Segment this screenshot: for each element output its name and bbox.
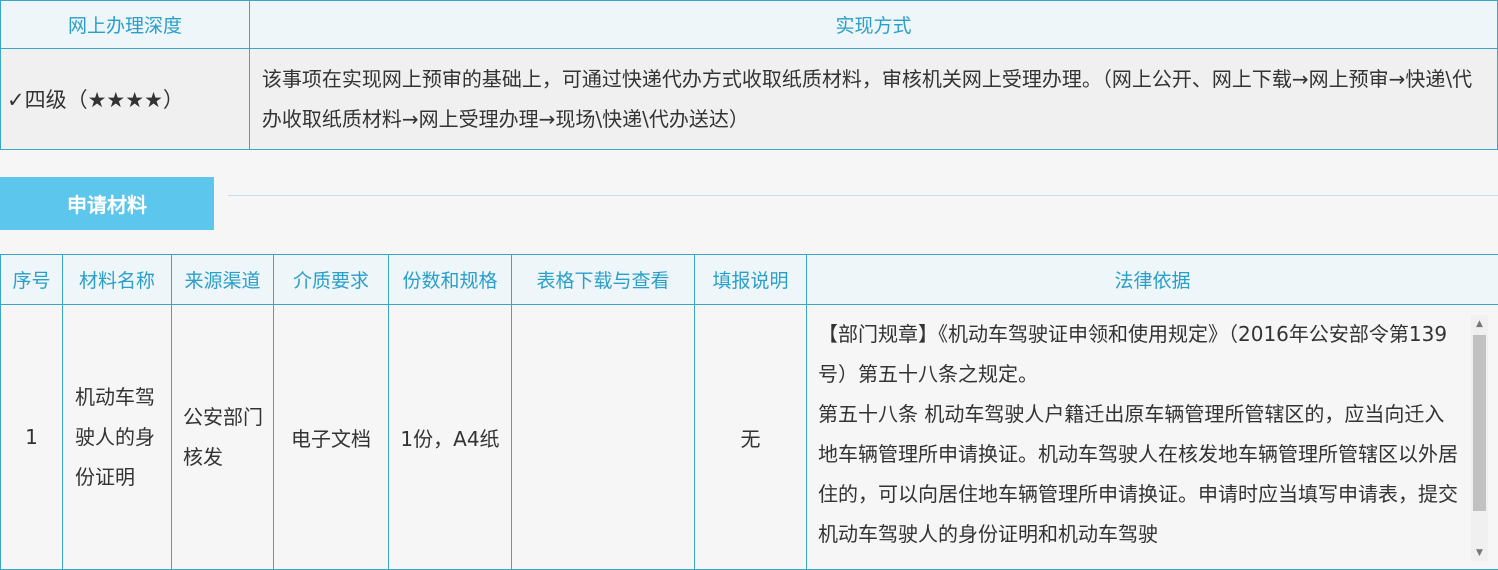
row-source: 公安部门核发 [171,304,274,570]
header-method: 实现方式 [248,0,1498,49]
table-row: 1 机动车驾驶人的身份证明 公安部门核发 电子文档 1份，A4纸 无 【部门规章… [0,304,1498,570]
col-law: 法律依据 [806,254,1498,305]
depth-description: 该事项在实现网上预审的基础上，可通过快递代办方式收取纸质材料，审核机关网上受理办… [248,48,1498,150]
row-copies: 1份，A4纸 [388,304,512,570]
section-tab-materials[interactable]: 申请材料 [0,177,214,230]
row-download[interactable] [511,304,695,570]
col-notes: 填报说明 [694,254,807,305]
col-name: 材料名称 [62,254,172,305]
scroll-up-arrow-icon[interactable]: ▲ [1471,315,1488,332]
row-notes: 无 [694,304,807,570]
depth-level: ✓四级（★★★★） [0,48,250,150]
col-source: 来源渠道 [171,254,274,305]
materials-table: 序号 材料名称 来源渠道 介质要求 份数和规格 表格下载与查看 填报说明 法律依… [0,254,1498,570]
row-material-name: 机动车驾驶人的身份证明 [62,304,172,570]
law-scrollbar[interactable]: ▲ ▼ [1471,315,1488,561]
col-index: 序号 [0,254,63,305]
row-medium: 电子文档 [273,304,389,570]
col-download: 表格下载与查看 [511,254,695,305]
col-copies: 份数和规格 [388,254,512,305]
scroll-thumb[interactable] [1473,335,1486,511]
scroll-down-arrow-icon[interactable]: ▼ [1471,544,1488,561]
row-law-cell: 【部门规章】《机动车驾驶证申领和使用规定》（2016年公安部令第139号）第五十… [806,304,1498,570]
law-text[interactable]: 【部门规章】《机动车驾驶证申领和使用规定》（2016年公安部令第139号）第五十… [818,314,1458,562]
row-index: 1 [0,304,63,570]
online-depth-table: 网上办理深度 实现方式 ✓四级（★★★★） 该事项在实现网上预审的基础上，可通过… [0,0,1498,150]
header-depth: 网上办理深度 [0,0,250,49]
section-divider [228,195,1498,196]
col-medium: 介质要求 [273,254,389,305]
